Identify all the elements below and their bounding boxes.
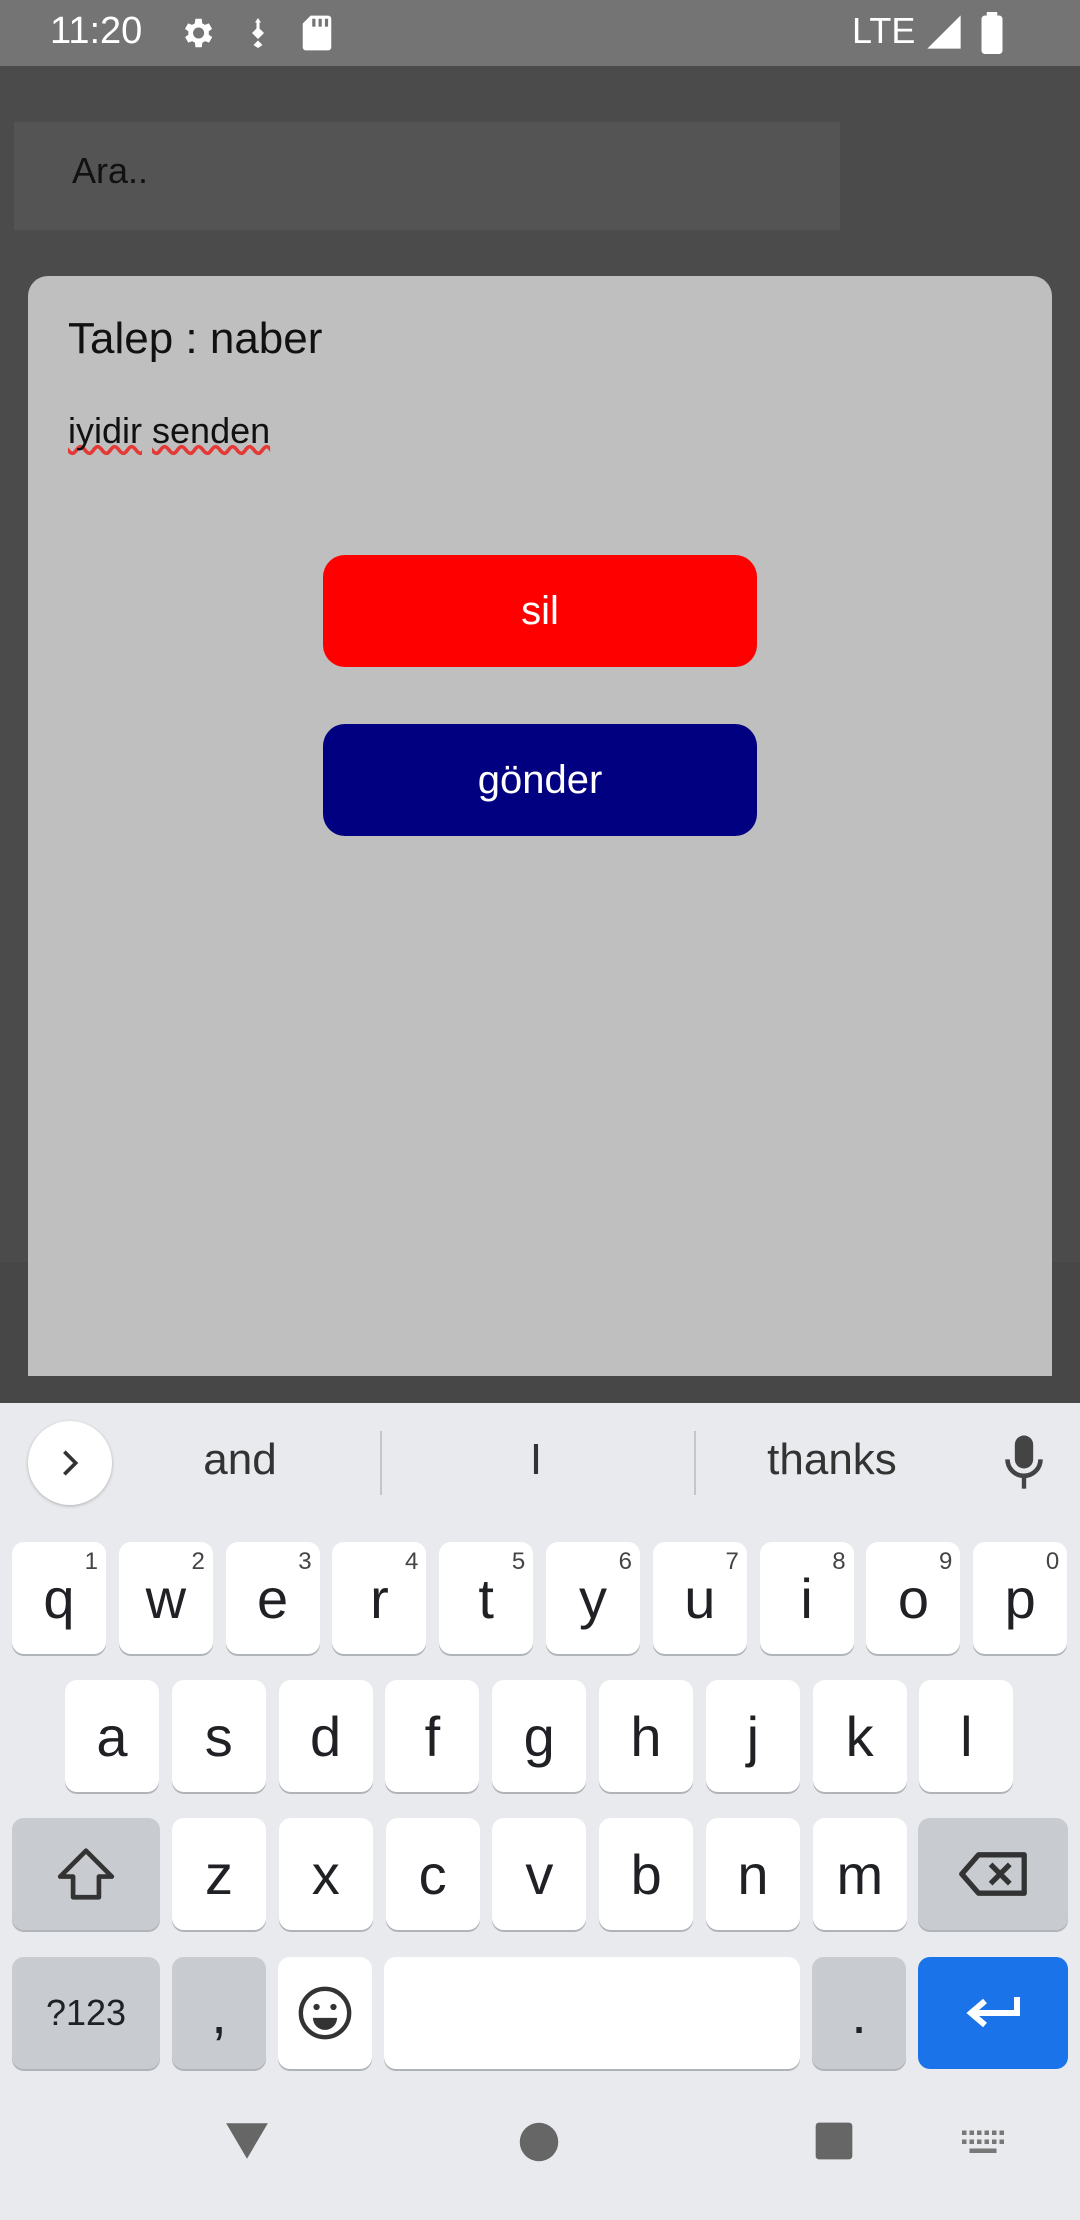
key-label: u	[684, 1566, 716, 1630]
emoji-icon	[298, 1986, 352, 2040]
key-j[interactable]: j	[705, 1680, 800, 1792]
key-w[interactable]: w2	[118, 1542, 213, 1654]
key-h[interactable]: h	[599, 1680, 693, 1792]
key-hint-digit: 8	[832, 1548, 846, 1575]
key-g[interactable]: g	[492, 1680, 587, 1792]
emoji-key[interactable]	[278, 1957, 372, 2069]
delete-button[interactable]: sil	[323, 555, 757, 667]
shift-key[interactable]	[12, 1818, 160, 1930]
home-icon[interactable]	[518, 2121, 560, 2168]
key-c[interactable]: c	[385, 1818, 480, 1930]
key-l[interactable]: l	[919, 1680, 1014, 1792]
symbols-key[interactable]: ?123	[12, 1957, 160, 2069]
status-time: 11:20	[50, 10, 143, 52]
recents-icon[interactable]	[814, 2121, 854, 2166]
key-z[interactable]: z	[172, 1818, 266, 1930]
key-label: c	[418, 1842, 447, 1906]
key-y[interactable]: y6	[546, 1542, 640, 1654]
key-a[interactable]: a	[65, 1680, 159, 1792]
key-label: s	[204, 1704, 233, 1768]
sd-card-icon	[300, 14, 334, 57]
network-type: LTE	[852, 10, 916, 51]
on-screen-keyboard: and I thanks q1w2e3r4t5y6u7i8o9p0asdfghj…	[0, 1403, 1080, 2220]
search-bar[interactable]: Ara..	[14, 122, 840, 230]
key-t[interactable]: t5	[439, 1542, 534, 1654]
battery-icon	[978, 12, 1006, 59]
key-f[interactable]: f	[385, 1680, 480, 1792]
key-hint-digit: 6	[618, 1548, 632, 1575]
key-s[interactable]: s	[171, 1680, 266, 1792]
key-b[interactable]: b	[599, 1818, 694, 1930]
comma-key[interactable]: ,	[172, 1957, 266, 2069]
key-r[interactable]: r4	[332, 1542, 427, 1654]
dialog-title: Talep : naber	[68, 314, 323, 363]
space-key[interactable]	[384, 1957, 800, 2069]
key-k[interactable]: k	[812, 1680, 907, 1792]
key-x[interactable]: x	[278, 1818, 373, 1930]
key-i[interactable]: i8	[759, 1542, 854, 1654]
search-placeholder: Ara..	[72, 150, 149, 191]
key-label: e	[257, 1566, 289, 1630]
key-n[interactable]: n	[706, 1818, 800, 1930]
keyboard-hide-icon[interactable]	[960, 2129, 1006, 2164]
reply-word: senden	[152, 410, 271, 451]
key-label: p	[1004, 1566, 1036, 1630]
usb-debug-icon	[240, 14, 276, 57]
enter-key[interactable]	[918, 1957, 1068, 2069]
key-label: o	[897, 1566, 929, 1630]
backspace-icon	[959, 1852, 1027, 1896]
key-label: h	[630, 1704, 662, 1768]
key-label: a	[96, 1704, 128, 1768]
send-button[interactable]: gönder	[323, 724, 757, 836]
key-hint-digit: 2	[191, 1548, 205, 1575]
key-label: m	[836, 1842, 884, 1906]
signal-icon	[924, 12, 964, 57]
key-label: b	[630, 1842, 662, 1906]
settings-icon	[178, 14, 216, 57]
key-label: d	[310, 1704, 342, 1768]
key-hint-digit: 5	[511, 1548, 526, 1575]
key-label: l	[960, 1704, 973, 1768]
key-label: n	[737, 1842, 769, 1906]
enter-arrow-icon	[966, 1997, 1020, 2028]
key-hint-digit: 7	[725, 1548, 739, 1575]
key-label: i	[800, 1566, 813, 1630]
key-p[interactable]: p0	[973, 1542, 1068, 1654]
back-icon[interactable]	[222, 2119, 272, 2168]
key-hint-digit: 9	[939, 1548, 953, 1575]
key-q[interactable]: q1	[12, 1542, 106, 1654]
key-label: y	[579, 1566, 607, 1630]
key-label: g	[523, 1704, 555, 1768]
backspace-key[interactable]	[918, 1818, 1068, 1930]
key-d[interactable]: d	[278, 1680, 373, 1792]
key-label: v	[525, 1842, 554, 1906]
key-o[interactable]: o9	[866, 1542, 961, 1654]
key-label: w	[145, 1566, 187, 1630]
key-hint-digit: 3	[298, 1548, 312, 1575]
reply-word: iyidir	[68, 410, 143, 451]
request-dialog: Talep : naber iyidir senden sil gönder	[28, 276, 1052, 1376]
key-hint-digit: 1	[84, 1548, 98, 1575]
key-hint-digit: 0	[1045, 1548, 1060, 1575]
status-bar: 11:20 LTE	[0, 0, 1080, 66]
key-label: f	[424, 1704, 441, 1768]
reply-text-field[interactable]: iyidir senden	[68, 410, 270, 452]
key-hint-digit: 4	[405, 1548, 419, 1575]
key-u[interactable]: u7	[652, 1542, 747, 1654]
navigation-bar	[0, 2083, 1080, 2220]
key-label: k	[845, 1704, 874, 1768]
key-label: q	[43, 1566, 75, 1630]
key-m[interactable]: m	[812, 1818, 907, 1930]
period-key[interactable]: .	[812, 1957, 906, 2069]
shift-icon	[57, 1848, 115, 1900]
key-label: x	[311, 1842, 340, 1906]
key-label: j	[746, 1704, 760, 1768]
key-v[interactable]: v	[492, 1818, 587, 1930]
key-label: r	[370, 1566, 389, 1630]
key-label: t	[478, 1566, 494, 1630]
key-e[interactable]: e3	[225, 1542, 320, 1654]
key-label: z	[205, 1842, 233, 1906]
